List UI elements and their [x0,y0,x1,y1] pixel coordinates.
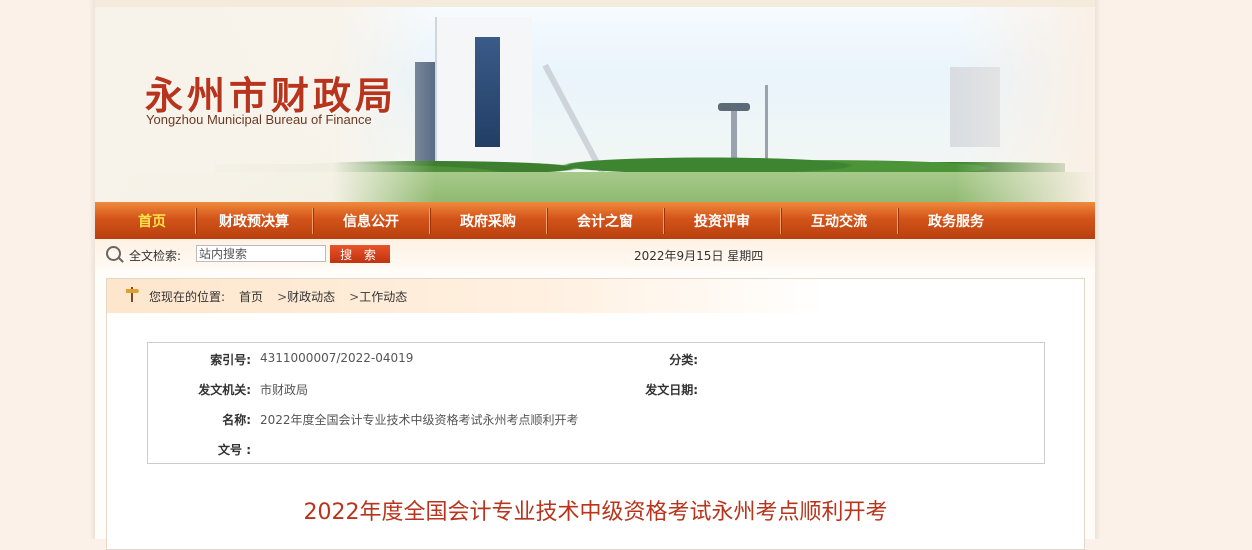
breadcrumb-home[interactable]: 首页 [239,290,263,304]
nav-item-investment[interactable]: 投资评审 [664,211,780,231]
nav-item-budget[interactable]: 财政预决算 [196,211,312,231]
meta-row-issuer: 发文机关: 市财政局 发文日期: [148,381,1044,401]
breadcrumb-separator: > [349,290,360,304]
breadcrumb: 您现在的位置: 首页 >财政动态 >工作动态 [149,288,407,305]
search-label: 全文检索: [129,249,182,263]
meta-row-name: 名称: 2022年度全国会计专业技术中级资格考试永州考点顺利开考 [148,411,1044,431]
meta-name-value: 2022年度全国会计专业技术中级资格考试永州考点顺利开考 [260,413,579,427]
page-container: 永州市财政局 Yongzhou Municipal Bureau of Fina… [95,0,1095,550]
meta-name-label: 名称: [222,413,251,427]
page-shadow-right [1095,0,1101,539]
breadcrumb-bar: 您现在的位置: 首页 >财政动态 >工作动态 [107,279,827,313]
search-icon [106,246,121,261]
nav-item-services[interactable]: 政务服务 [898,211,1014,231]
search-button[interactable]: 搜 索 [330,245,390,263]
site-subtitle: Yongzhou Municipal Bureau of Finance [146,112,372,127]
banner-building-glass [475,37,500,147]
breadcrumb-finance-news[interactable]: 财政动态 [287,290,335,304]
search-input[interactable] [196,245,326,262]
article-content: 您现在的位置: 首页 >财政动态 >工作动态 索引号: 4311000007/2022… [106,278,1085,550]
location-pin-icon [126,287,139,302]
banner-tower-top [718,103,750,111]
meta-issuer-label: 发文机关: [198,383,251,397]
meta-date-label: 发文日期: [645,383,698,397]
main-nav: 首页 财政预决算 信息公开 政府采购 会计之窗 投资评审 互动交流 政务服务 [95,202,1095,239]
header-banner: 永州市财政局 Yongzhou Municipal Bureau of Fina… [95,7,1095,202]
search-bar: 全文检索: 搜 索 2022年9月15日 星期四 [95,239,1095,269]
top-strip [95,0,1095,7]
current-date: 2022年9月15日 星期四 [634,249,764,263]
meta-row-docno: 文号 : [148,441,1044,461]
meta-row-index: 索引号: 4311000007/2022-04019 分类: [148,351,1044,371]
breadcrumb-prefix: 您现在的位置: [149,290,226,304]
article-title: 2022年度全国会计专业技术中级资格考试永州考点顺利开考 [303,500,888,525]
nav-item-interaction[interactable]: 互动交流 [781,211,897,231]
nav-item-procurement[interactable]: 政府采购 [430,211,546,231]
meta-category-label: 分类: [669,353,698,367]
nav-item-disclosure[interactable]: 信息公开 [313,211,429,231]
nav-item-home[interactable]: 首页 [109,211,195,231]
breadcrumb-work-news[interactable]: 工作动态 [359,290,407,304]
breadcrumb-separator: > [277,290,288,304]
banner-fade [955,7,1095,202]
nav-item-accounting[interactable]: 会计之窗 [547,211,663,231]
meta-index-label: 索引号: [210,353,251,367]
meta-docno-label: 文号 : [218,443,251,457]
meta-index-value: 4311000007/2022-04019 [260,351,414,365]
meta-issuer-value: 市财政局 [260,383,309,397]
document-meta-table: 索引号: 4311000007/2022-04019 分类: 发文机关: 市财政… [147,342,1045,464]
